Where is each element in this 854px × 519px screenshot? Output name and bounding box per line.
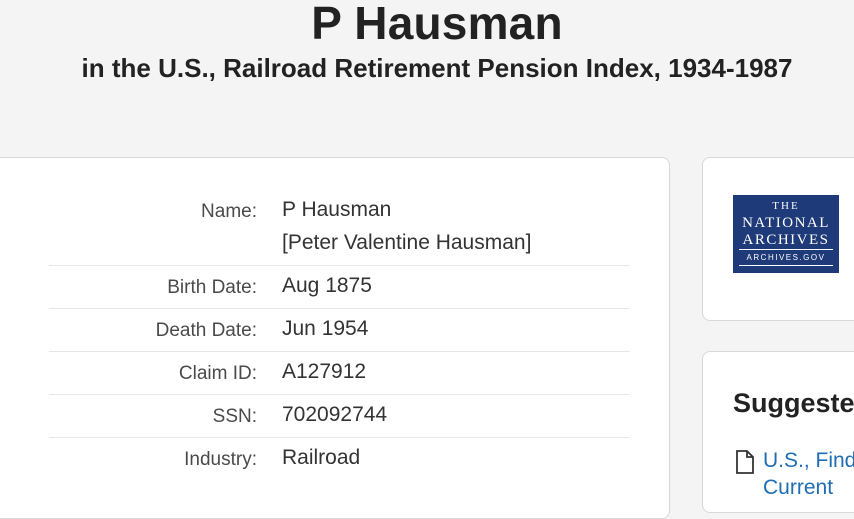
national-archives-logo[interactable]: THE NATIONAL ARCHIVES ARCHIVES.GOV [733,195,839,273]
birth-date-label: Birth Date: [167,277,257,298]
record-row-death-date: Death Date: Jun 1954 [49,308,630,352]
suggested-record-link[interactable]: U.S., Find [763,449,854,473]
ssn-label: SSN: [212,406,257,427]
industry-value: Railroad [282,446,361,469]
page-title: P Hausman [311,0,563,49]
industry-label: Industry: [184,449,257,470]
suggested-records-heading: Suggeste [733,388,854,418]
ssn-value: 702092744 [282,403,388,426]
name-label: Name: [201,201,257,222]
document-icon [736,450,754,474]
name-value: P Hausman [282,198,392,221]
record-row-industry: Industry: Railroad [49,437,630,480]
record-details-card: Name: P Hausman [Peter Valentine Hausman… [0,157,670,519]
birth-date-value: Aug 1875 [282,274,372,297]
logo-line-the: THE [772,200,800,212]
national-archives-card: THE NATIONAL ARCHIVES ARCHIVES.GOV [702,157,854,321]
claim-id-label: Claim ID: [178,363,257,384]
death-date-label: Death Date: [155,320,257,341]
suggested-records-card: Suggeste U.S., Find Current [702,351,854,513]
page-subtitle: in the U.S., Railroad Retirement Pension… [81,53,793,83]
suggested-record-link-continued[interactable]: Current [763,476,833,500]
logo-rule-top [739,249,833,250]
record-row-claim-id: Claim ID: A127912 [49,351,630,395]
record-row-birth-date: Birth Date: Aug 1875 [49,265,630,309]
logo-rule-bottom [739,265,833,266]
record-row-name: Name: P Hausman [Peter Valentine Hausman… [49,196,630,266]
claim-id-value: A127912 [282,360,367,383]
record-row-ssn: SSN: 702092744 [49,394,630,438]
death-date-value: Jun 1954 [282,317,369,340]
logo-line-archives: ARCHIVES [742,232,830,248]
logo-line-url: ARCHIVES.GOV [746,253,826,262]
name-alternate-value: [Peter Valentine Hausman] [282,231,532,254]
logo-line-national: NATIONAL [742,215,830,231]
